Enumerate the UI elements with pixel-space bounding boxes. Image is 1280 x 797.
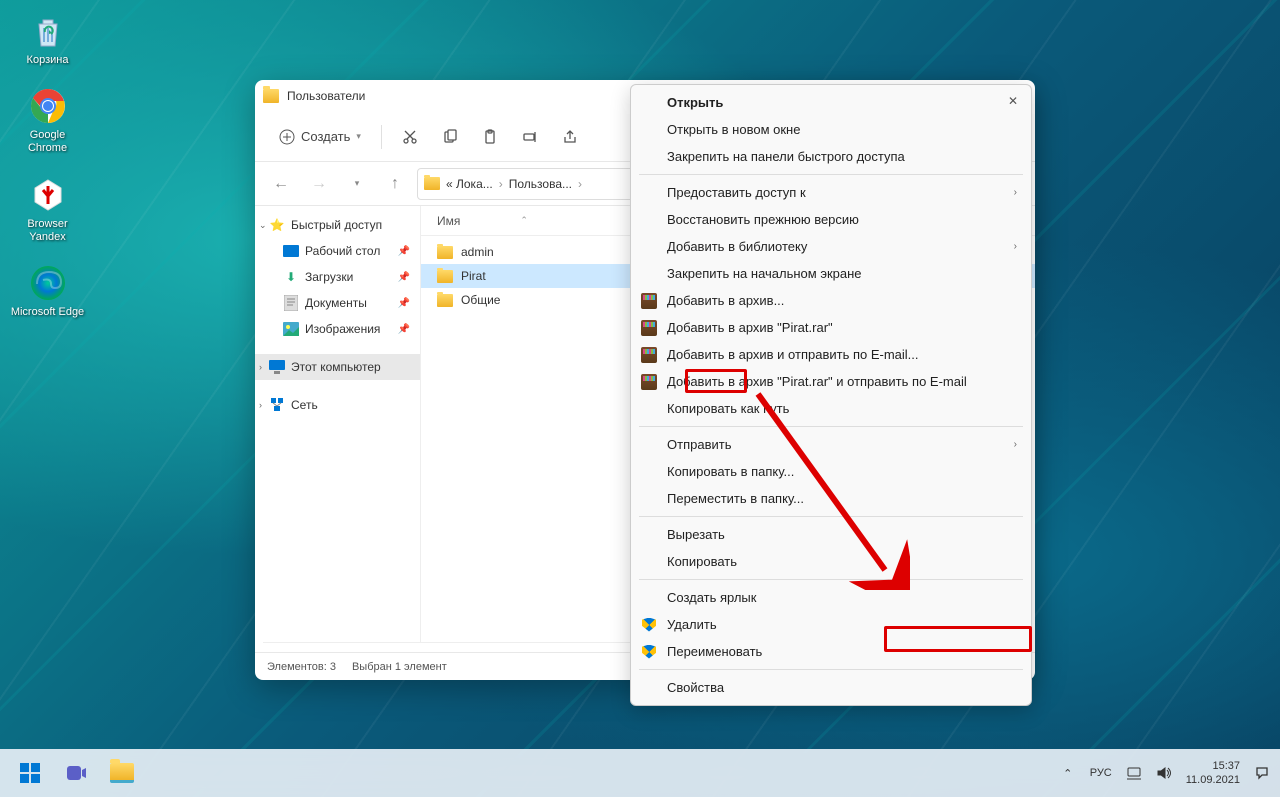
- sidebar-quick-access[interactable]: ⌄⭐Быстрый доступ: [255, 212, 420, 238]
- icon-label: Корзина: [27, 54, 69, 67]
- menu-cut[interactable]: Вырезать: [631, 521, 1031, 548]
- share-icon[interactable]: [552, 119, 588, 155]
- edge-icon[interactable]: Microsoft Edge: [10, 262, 85, 319]
- clock[interactable]: 15:37 11.09.2021: [1186, 759, 1240, 788]
- network-icon[interactable]: [1126, 765, 1142, 781]
- icon-label: Google Chrome: [10, 129, 85, 155]
- folder-icon: [437, 294, 453, 307]
- menu-pin-quick-access[interactable]: Закрепить на панели быстрого доступа: [631, 143, 1031, 170]
- rar-icon: [641, 347, 657, 363]
- taskbar-teams[interactable]: [56, 753, 96, 793]
- menu-add-archive[interactable]: Добавить в архив...: [631, 287, 1031, 314]
- menu-copy[interactable]: Копировать: [631, 548, 1031, 575]
- forward-button[interactable]: →: [303, 168, 335, 200]
- notifications-icon[interactable]: [1254, 765, 1270, 781]
- context-menu: ✕ Открыть Открыть в новом окне Закрепить…: [630, 84, 1032, 706]
- menu-add-pirat-email[interactable]: Добавить в архив "Pirat.rar" и отправить…: [631, 368, 1031, 395]
- sidebar: ⌄⭐Быстрый доступ Рабочий стол📌 ⬇Загрузки…: [255, 206, 420, 642]
- window-title: Пользователи: [287, 89, 365, 103]
- menu-copy-to-folder[interactable]: Копировать в папку...: [631, 458, 1031, 485]
- sidebar-pictures[interactable]: Изображения📌: [255, 316, 420, 342]
- recent-button[interactable]: ▾: [341, 168, 373, 200]
- rar-icon: [641, 293, 657, 309]
- sidebar-desktop[interactable]: Рабочий стол📌: [255, 238, 420, 264]
- menu-properties[interactable]: Свойства: [631, 674, 1031, 701]
- yandex-browser-icon[interactable]: Browser Yandex: [10, 174, 85, 244]
- cut-icon[interactable]: [392, 119, 428, 155]
- selection-count: Выбран 1 элемент: [352, 661, 447, 673]
- sidebar-this-pc[interactable]: ›Этот компьютер: [255, 354, 420, 380]
- menu-restore-version[interactable]: Восстановить прежнюю версию: [631, 206, 1031, 233]
- menu-rename[interactable]: Переименовать: [631, 638, 1031, 665]
- folder-icon: [437, 270, 453, 283]
- menu-add-pirat-rar[interactable]: Добавить в архив "Pirat.rar": [631, 314, 1031, 341]
- folder-icon: [263, 89, 279, 103]
- folder-icon: [424, 177, 440, 190]
- sidebar-downloads[interactable]: ⬇Загрузки📌: [255, 264, 420, 290]
- taskbar: ⌃ РУС 15:37 11.09.2021: [0, 749, 1280, 797]
- rar-icon: [641, 374, 657, 390]
- taskbar-explorer[interactable]: [102, 753, 142, 793]
- pin-icon: 📌: [398, 272, 410, 283]
- menu-create-shortcut[interactable]: Создать ярлык: [631, 584, 1031, 611]
- desktop-icons: Корзина Google Chrome Browser Yandex Mic…: [10, 10, 85, 319]
- back-button[interactable]: ←: [265, 168, 297, 200]
- copy-icon[interactable]: [432, 119, 468, 155]
- language-indicator[interactable]: РУС: [1090, 767, 1112, 779]
- up-button[interactable]: ↑: [379, 168, 411, 200]
- start-button[interactable]: [10, 753, 50, 793]
- menu-grant-access[interactable]: Предоставить доступ к›: [631, 179, 1031, 206]
- folder-icon: [437, 246, 453, 259]
- paste-icon[interactable]: [472, 119, 508, 155]
- menu-move-to-folder[interactable]: Переместить в папку...: [631, 485, 1031, 512]
- new-button[interactable]: Создать ▾: [269, 123, 371, 151]
- shield-icon: [642, 645, 656, 659]
- menu-copy-path[interactable]: Копировать как путь: [631, 395, 1031, 422]
- recycle-bin-icon[interactable]: Корзина: [10, 10, 85, 67]
- menu-add-library[interactable]: Добавить в библиотеку›: [631, 233, 1031, 260]
- pin-icon: 📌: [398, 324, 410, 335]
- menu-pin-start[interactable]: Закрепить на начальном экране: [631, 260, 1031, 287]
- sidebar-network[interactable]: ›Сеть: [255, 392, 420, 418]
- menu-send-to[interactable]: Отправить›: [631, 431, 1031, 458]
- rename-icon[interactable]: [512, 119, 548, 155]
- pin-icon: 📌: [398, 246, 410, 257]
- menu-open-new-window[interactable]: Открыть в новом окне: [631, 116, 1031, 143]
- pin-icon: 📌: [398, 298, 410, 309]
- tray-chevron-icon[interactable]: ⌃: [1060, 765, 1076, 781]
- icon-label: Browser Yandex: [10, 218, 85, 244]
- sidebar-documents[interactable]: Документы📌: [255, 290, 420, 316]
- menu-open[interactable]: Открыть: [631, 89, 1031, 116]
- menu-delete[interactable]: Удалить: [631, 611, 1031, 638]
- menu-add-email[interactable]: Добавить в архив и отправить по E-mail..…: [631, 341, 1031, 368]
- rar-icon: [641, 320, 657, 336]
- icon-label: Microsoft Edge: [11, 306, 84, 319]
- volume-icon[interactable]: [1156, 765, 1172, 781]
- chrome-icon[interactable]: Google Chrome: [10, 85, 85, 155]
- shield-icon: [642, 618, 656, 632]
- item-count: Элементов: 3: [267, 661, 336, 673]
